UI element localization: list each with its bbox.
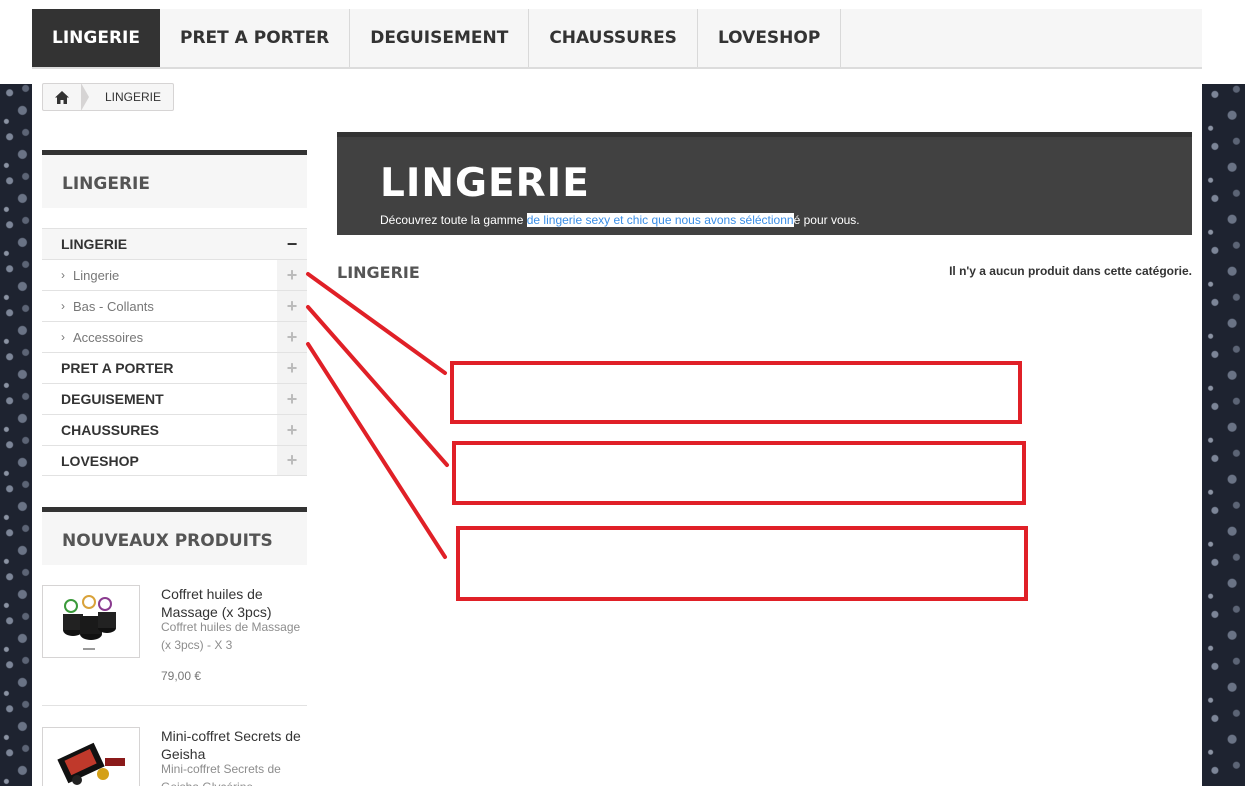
category-section-title: LINGERIE xyxy=(337,263,420,282)
collapse-icon[interactable]: − xyxy=(277,229,307,259)
product-item: Mini-coffret Secrets de Geisha Mini-coff… xyxy=(42,727,307,786)
category-menu: LINGERIE − › Lingerie + › Bas - Collants… xyxy=(42,228,307,476)
subcategory-item-bas-collants[interactable]: › Bas - Collants + xyxy=(42,290,307,321)
category-label: Lingerie xyxy=(73,267,120,283)
top-navigation: LINGERIE PRET A PORTER DEGUISEMENT CHAUS… xyxy=(32,9,1202,69)
annotation-line xyxy=(306,305,449,467)
product-item: Coffret huiles de Massage (x 3pcs) Coffr… xyxy=(42,585,307,706)
annotation-box xyxy=(450,361,1022,424)
categories-block-title: LINGERIE xyxy=(42,150,307,208)
breadcrumb-current: LINGERIE xyxy=(105,90,162,104)
page-title: LINGERIE xyxy=(380,161,590,206)
category-hero-banner: LINGERIE Découvrez toute la gamme de lin… xyxy=(337,132,1192,235)
nav-item-pret-a-porter[interactable]: PRET A PORTER xyxy=(160,9,351,67)
annotation-box xyxy=(452,441,1026,505)
nav-item-deguisement[interactable]: DEGUISEMENT xyxy=(350,9,530,67)
category-item-chaussures[interactable]: CHAUSSURES + xyxy=(42,414,307,445)
nav-item-lingerie[interactable]: LINGERIE xyxy=(32,9,160,67)
expand-icon[interactable]: + xyxy=(277,260,307,290)
background-pattern-right xyxy=(1202,84,1245,786)
category-item-pret-a-porter[interactable]: PRET A PORTER + xyxy=(42,352,307,383)
category-description: Découvrez toute la gamme de lingerie sex… xyxy=(380,213,860,227)
nav-item-loveshop[interactable]: LOVESHOP xyxy=(698,9,842,67)
chevron-right-icon: › xyxy=(61,299,65,313)
description-selected-text: de lingerie sexy et chic que nous avons … xyxy=(526,213,794,227)
category-item-lingerie[interactable]: LINGERIE − xyxy=(42,228,307,259)
category-label: LOVESHOP xyxy=(61,452,139,469)
product-image xyxy=(57,742,125,785)
product-thumbnail[interactable] xyxy=(42,585,140,658)
chevron-right-icon: › xyxy=(61,268,65,282)
background-pattern-left xyxy=(0,84,32,786)
chevron-right-icon: › xyxy=(61,330,65,344)
nav-item-chaussures[interactable]: CHAUSSURES xyxy=(529,9,698,67)
category-label: DEGUISEMENT xyxy=(61,391,164,407)
category-label: PRET A PORTER xyxy=(61,360,174,376)
category-item-loveshop[interactable]: LOVESHOP + xyxy=(42,445,307,476)
product-name-link[interactable]: Mini-coffret Secrets de Geisha xyxy=(161,727,307,763)
description-text-end: é pour vous. xyxy=(793,213,860,227)
product-image xyxy=(63,595,116,650)
product-description: Coffret huiles de Massage (x 3pcs) - X 3 xyxy=(161,620,301,652)
annotation-box xyxy=(456,526,1028,601)
category-label: Bas - Collants xyxy=(73,298,154,314)
breadcrumb: LINGERIE xyxy=(42,83,175,111)
category-label: LINGERIE xyxy=(61,236,128,252)
annotation-line xyxy=(306,272,447,375)
new-products-block-title: NOUVEAUX PRODUITS xyxy=(42,507,307,565)
expand-icon[interactable]: + xyxy=(277,446,307,475)
product-thumbnail[interactable] xyxy=(42,727,140,786)
expand-icon[interactable]: + xyxy=(277,384,307,414)
breadcrumb-home-link[interactable] xyxy=(43,83,89,111)
home-icon xyxy=(55,90,69,104)
category-label: CHAUSSURES xyxy=(61,422,160,438)
category-item-deguisement[interactable]: DEGUISEMENT + xyxy=(42,383,307,414)
annotation-line xyxy=(306,342,447,559)
expand-icon[interactable]: + xyxy=(277,322,307,352)
product-price: 79,00 € xyxy=(161,669,202,683)
product-name-link[interactable]: Coffret huiles de Massage (x 3pcs) xyxy=(161,585,311,621)
expand-icon[interactable]: + xyxy=(277,415,307,445)
description-text: Découvrez toute la gamme xyxy=(380,213,527,227)
category-label: Accessoires xyxy=(73,329,144,345)
product-description: Mini-coffret Secrets de Geisha Glycérine xyxy=(161,762,281,786)
expand-icon[interactable]: + xyxy=(277,353,307,383)
empty-category-message: Il n'y a aucun produit dans cette catégo… xyxy=(949,264,1192,278)
subcategory-item-accessoires[interactable]: › Accessoires + xyxy=(42,321,307,352)
expand-icon[interactable]: + xyxy=(277,291,307,321)
subcategory-item-lingerie[interactable]: › Lingerie + xyxy=(42,259,307,290)
